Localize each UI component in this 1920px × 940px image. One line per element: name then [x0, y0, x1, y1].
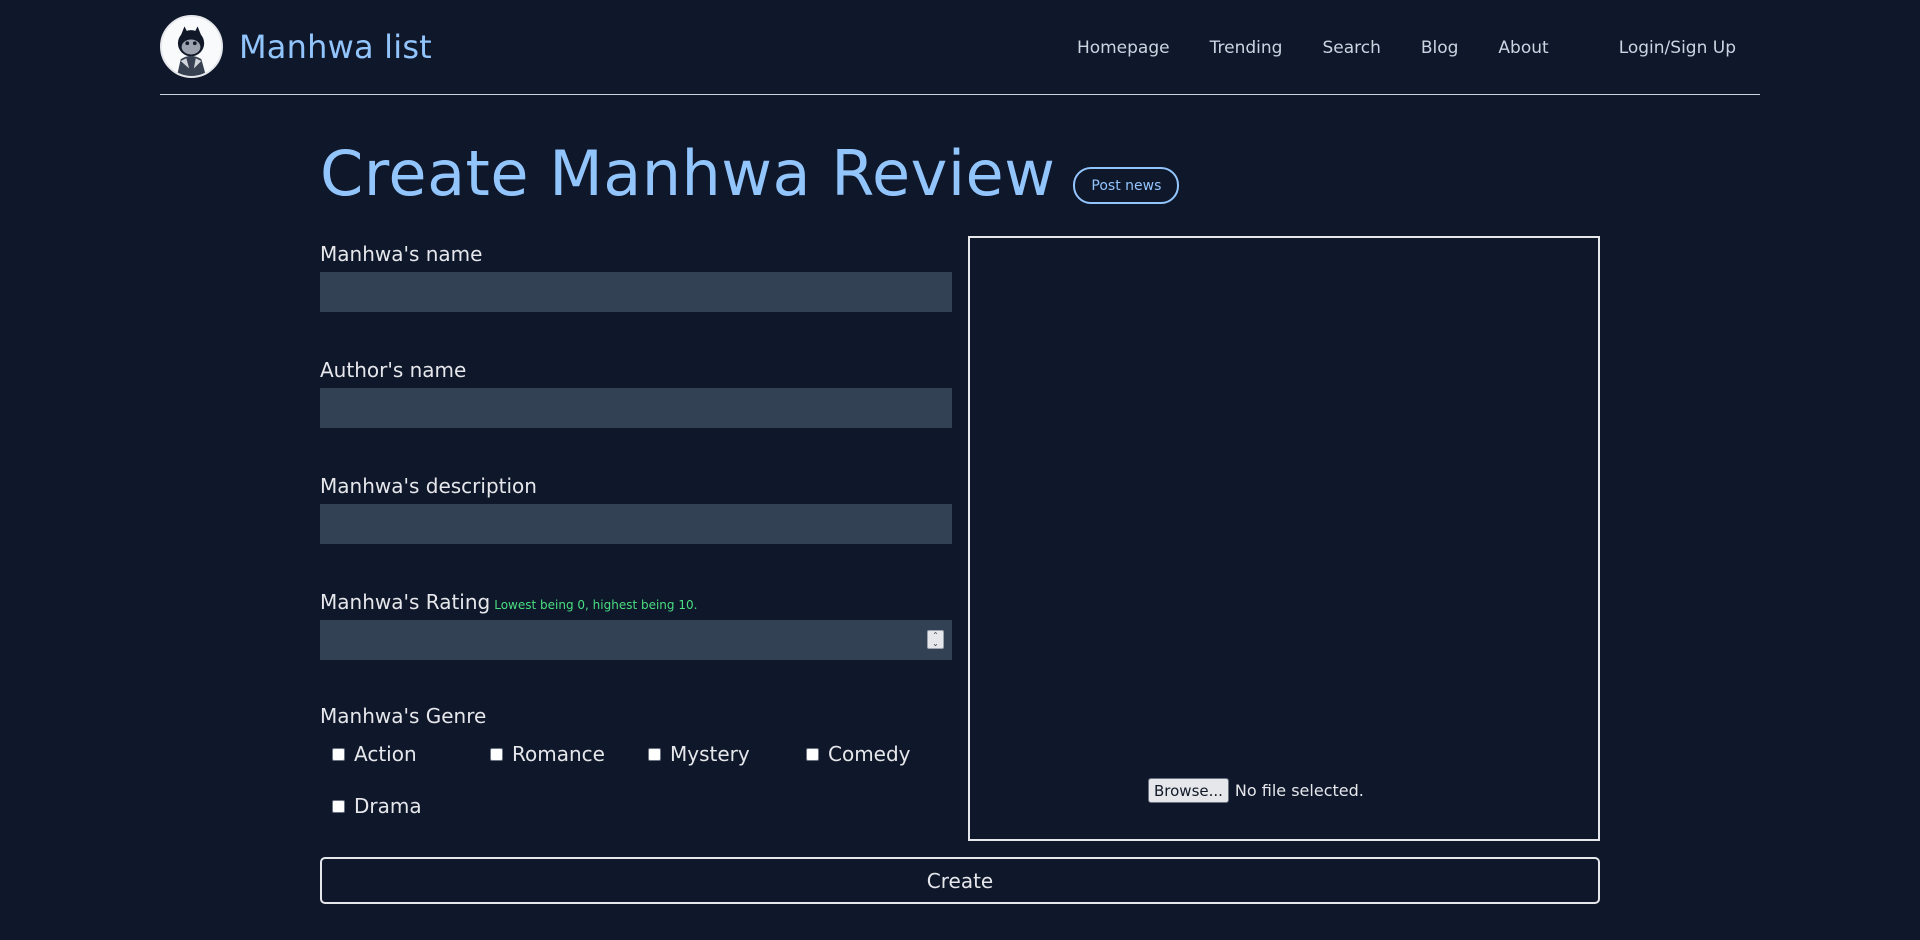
brand[interactable]: Manhwa list: [160, 15, 432, 78]
nav-trending[interactable]: Trending: [1210, 38, 1283, 58]
spinner-down-icon[interactable]: ⌄: [932, 639, 939, 648]
manhwa-name-group: Manhwa's name: [320, 240, 952, 356]
genre-mystery-option[interactable]: Mystery: [648, 740, 806, 768]
genre-mystery-label: Mystery: [670, 742, 750, 766]
description-group: Manhwa's description: [320, 472, 952, 588]
avatar-icon: [162, 17, 221, 76]
rating-label-row: Manhwa's Rating Lowest being 0, highest b…: [320, 588, 952, 620]
genre-comedy-label: Comedy: [828, 742, 911, 766]
navbar: Manhwa list Homepage Trending Search Blo…: [160, 0, 1760, 95]
nav-blog[interactable]: Blog: [1421, 38, 1459, 58]
genre-action-label: Action: [354, 742, 417, 766]
nav-homepage[interactable]: Homepage: [1077, 38, 1170, 58]
browse-button[interactable]: Browse...: [1148, 778, 1229, 803]
comedy-checkbox[interactable]: [806, 747, 819, 761]
file-status: No file selected.: [1234, 781, 1364, 800]
brand-title[interactable]: Manhwa list: [239, 28, 432, 66]
rating-hint: Lowest being 0, highest being 10.: [494, 598, 698, 612]
page-title-row: Create Manhwa Review Post news: [320, 137, 1180, 210]
genre-drama-option[interactable]: Drama: [332, 792, 490, 820]
description-label: Manhwa's description: [320, 474, 537, 498]
mystery-checkbox[interactable]: [648, 747, 661, 761]
author-name-label: Author's name: [320, 358, 467, 382]
page-title: Create Manhwa Review: [320, 137, 1056, 210]
create-button[interactable]: Create: [320, 857, 1600, 904]
file-input-row: Browse... No file selected.: [1148, 778, 1364, 803]
rating-stepper[interactable]: ⌃ ⌄: [927, 630, 944, 649]
rating-group: Manhwa's Rating Lowest being 0, highest b…: [320, 588, 952, 704]
author-name-group: Author's name: [320, 356, 952, 472]
nav-search[interactable]: Search: [1322, 38, 1380, 58]
genre-label: Manhwa's Genre: [320, 704, 487, 728]
romance-checkbox[interactable]: [490, 747, 503, 761]
drama-checkbox[interactable]: [332, 799, 345, 813]
description-input[interactable]: [320, 504, 952, 544]
action-checkbox[interactable]: [332, 747, 345, 761]
login-signup-link[interactable]: Login/Sign Up: [1619, 38, 1736, 58]
rating-number-input[interactable]: [320, 620, 952, 660]
rating-input-wrapper: ⌃ ⌄: [320, 620, 952, 660]
genre-romance-option[interactable]: Romance: [490, 740, 648, 768]
image-upload-panel[interactable]: Browse... No file selected.: [968, 236, 1600, 841]
rating-label: Manhwa's Rating: [320, 590, 491, 614]
manhwa-name-label: Manhwa's name: [320, 242, 483, 266]
nav-about[interactable]: About: [1498, 38, 1548, 58]
author-name-input[interactable]: [320, 388, 952, 428]
logo[interactable]: [160, 15, 223, 78]
genre-comedy-option[interactable]: Comedy: [806, 740, 964, 768]
post-news-button[interactable]: Post news: [1073, 167, 1180, 204]
genre-drama-label: Drama: [354, 794, 422, 818]
genre-romance-label: Romance: [512, 742, 605, 766]
genre-action-option[interactable]: Action: [332, 740, 490, 768]
manhwa-name-input[interactable]: [320, 272, 952, 312]
main-nav: Homepage Trending Search Blog About Logi…: [1077, 38, 1736, 58]
genre-options: Action Romance Mystery Comedy Drama: [320, 740, 952, 820]
review-form: Manhwa's name Author's name Manhwa's des…: [320, 240, 952, 820]
